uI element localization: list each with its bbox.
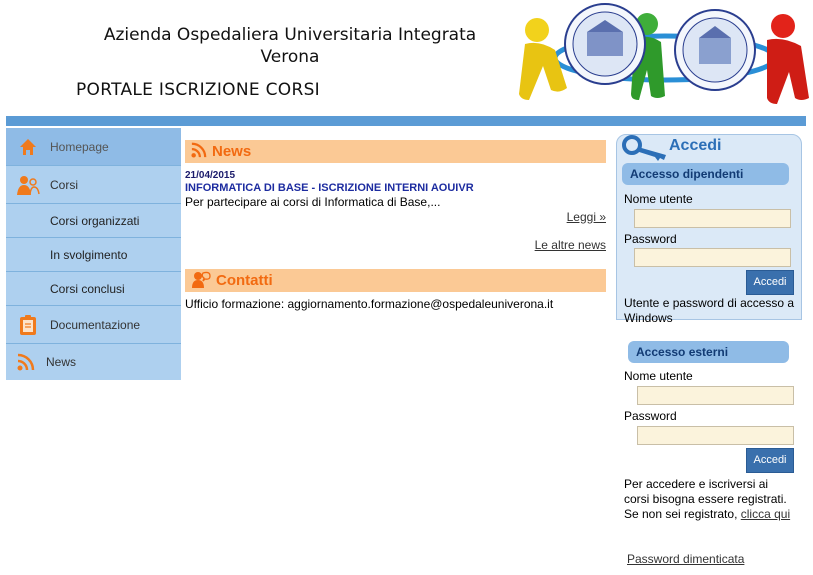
- news-summary: Per partecipare ai corsi di Informatica …: [185, 195, 441, 209]
- register-link[interactable]: clicca qui: [741, 507, 790, 521]
- employee-password-label: Password: [624, 232, 677, 246]
- header-divider-bar: [6, 116, 806, 126]
- sidebar-item-documentazione[interactable]: Documentazione: [6, 306, 181, 344]
- contact-info: Ufficio formazione: aggiornamento.formaz…: [185, 297, 554, 311]
- sidebar-item-label: Documentazione: [50, 317, 141, 332]
- employee-access-heading: Accesso dipendenti: [622, 163, 789, 185]
- main-content: News 21/04/2015 INFORMATICA DI BASE - IS…: [185, 140, 606, 311]
- sidebar-item-corsi-conclusi[interactable]: Corsi conclusi: [6, 272, 181, 306]
- external-password-input[interactable]: [637, 426, 794, 445]
- sidebar-item-corsi[interactable]: Corsi: [6, 166, 181, 204]
- employee-username-label: Nome utente: [624, 192, 693, 206]
- contacts-heading: Contatti: [216, 272, 273, 289]
- external-username-input[interactable]: [637, 386, 794, 405]
- sidebar-item-label: Corsi: [50, 177, 79, 192]
- news-heading: News: [212, 143, 252, 160]
- contact-icon: [191, 270, 211, 291]
- read-more-link[interactable]: Leggi »: [567, 210, 606, 224]
- sidebar-item-corsi-organizzati[interactable]: Corsi organizzati: [6, 204, 181, 238]
- org-name-line2: Verona: [260, 47, 320, 67]
- sidebar-item-homepage[interactable]: Homepage: [6, 128, 181, 166]
- sidebar-item-label: Homepage: [50, 139, 109, 154]
- external-access-heading: Accesso esterni: [628, 341, 789, 363]
- employee-access-note: Utente e password di accesso a Windows: [624, 296, 795, 325]
- employee-login-button[interactable]: Accedi: [746, 270, 794, 295]
- sidebar-item-label: News: [46, 355, 77, 369]
- external-access-note: Per accedere e iscriversi ai corsi bisog…: [624, 477, 794, 522]
- page-header: Azienda Ospedaliera Universitaria Integr…: [0, 0, 813, 116]
- home-icon: [6, 138, 50, 156]
- news-section-header: News: [185, 140, 606, 163]
- sidebar-nav: Homepage Corsi Corsi organizzati In svol…: [6, 128, 181, 380]
- clipboard-icon: [6, 314, 50, 336]
- rss-icon: [191, 142, 207, 161]
- news-date: 21/04/2015: [185, 170, 236, 181]
- external-login-button[interactable]: Accedi: [746, 448, 794, 473]
- rss-icon: [6, 353, 46, 371]
- forgot-password-link[interactable]: Password dimenticata: [627, 552, 744, 566]
- sidebar-item-in-svolgimento[interactable]: In svolgimento: [6, 238, 181, 272]
- key-icon: [622, 133, 668, 164]
- university-seal-icon: [674, 9, 756, 91]
- other-news-link[interactable]: Le altre news: [535, 238, 606, 252]
- hospital-seal-icon: [564, 3, 646, 85]
- users-icon: [6, 174, 50, 196]
- employee-password-input[interactable]: [634, 248, 791, 267]
- external-password-label: Password: [624, 409, 677, 423]
- contacts-section-header: Contatti: [185, 269, 606, 292]
- employee-username-input[interactable]: [634, 209, 791, 228]
- organization-name: Azienda Ospedaliera Universitaria Integr…: [80, 24, 500, 68]
- external-username-label: Nome utente: [624, 369, 693, 383]
- header-banner-image: [519, 3, 809, 104]
- login-title: Accedi: [669, 137, 722, 154]
- org-name-line1: Azienda Ospedaliera Universitaria Integr…: [103, 25, 477, 45]
- portal-title: PORTALE ISCRIZIONE CORSI: [76, 80, 320, 100]
- sidebar-item-news[interactable]: News: [6, 344, 181, 380]
- news-title-link[interactable]: INFORMATICA DI BASE - ISCRIZIONE INTERNI…: [185, 182, 606, 194]
